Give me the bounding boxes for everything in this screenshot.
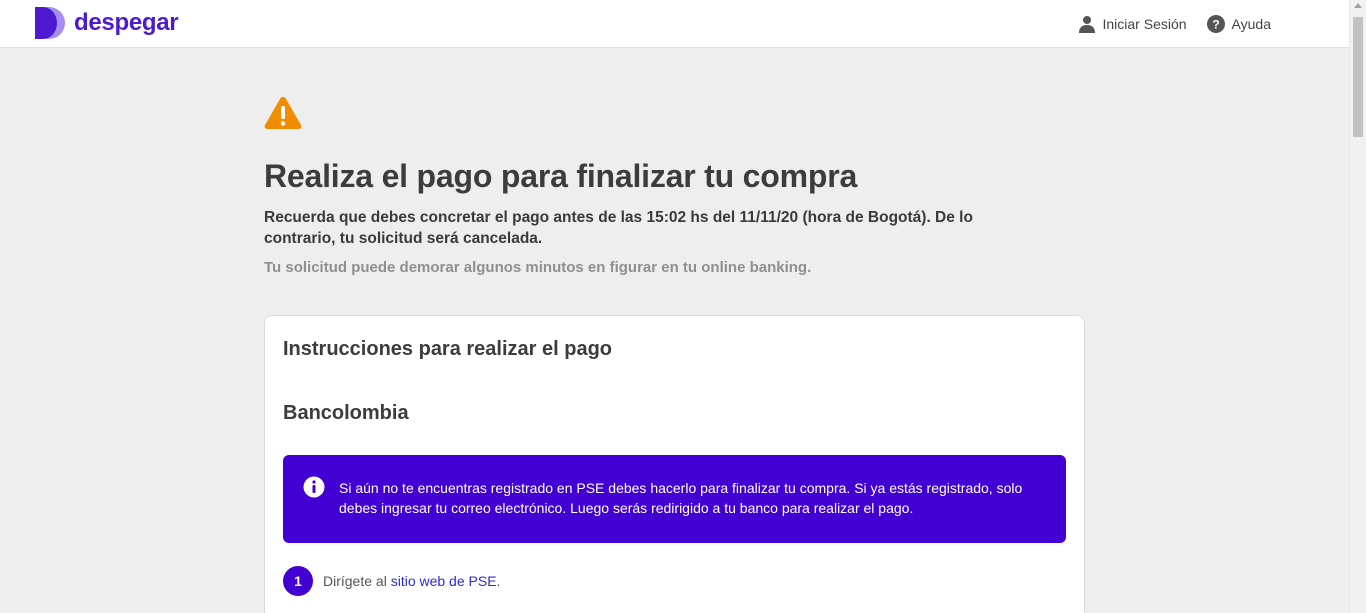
header-nav: Iniciar Sesión ? Ayuda: [1078, 12, 1271, 36]
step-text-suffix: .: [496, 573, 501, 589]
page-title: Realiza el pago para finalizar tu compra: [264, 158, 858, 194]
help-circle-icon: ?: [1206, 15, 1225, 33]
despegar-logo-icon: [35, 7, 65, 39]
info-icon: [303, 476, 325, 498]
payment-instructions-card: Instrucciones para realizar el pago Banc…: [264, 315, 1085, 613]
payment-deadline-text: Recuerda que debes concretar el pago ant…: [264, 209, 973, 247]
step-item: 1 Dirígete al sitio web de PSE.: [283, 566, 500, 596]
step-text-prefix: Dirígete al: [323, 573, 391, 589]
user-icon: [1078, 16, 1095, 33]
help-link[interactable]: ? Ayuda: [1206, 15, 1271, 33]
step-number-badge: 1: [283, 566, 313, 596]
pse-website-link[interactable]: sitio web de PSE: [391, 573, 497, 589]
warning-triangle-icon: [264, 97, 302, 129]
login-label: Iniciar Sesión: [1102, 16, 1187, 32]
brand-logo[interactable]: despegar: [35, 7, 179, 39]
page-scrollbar[interactable]: [1349, 0, 1366, 613]
pse-info-text: Si aún no te encuentras registrado en PS…: [339, 480, 1023, 516]
step-text: Dirígete al sitio web de PSE.: [323, 573, 500, 589]
payment-alert: Realiza el pago para finalizar tu compra…: [264, 96, 1086, 278]
bank-name: Bancolombia: [283, 402, 409, 424]
brand-name: despegar: [74, 9, 179, 36]
help-label: Ayuda: [1231, 16, 1271, 32]
svg-text:?: ?: [1212, 18, 1219, 32]
scroll-up-arrow-icon[interactable]: [1354, 3, 1362, 8]
login-link[interactable]: Iniciar Sesión: [1078, 15, 1187, 33]
scrollbar-thumb[interactable]: [1353, 17, 1363, 137]
top-navigation-bar: despegar Iniciar Sesión ? Ayuda: [0, 0, 1349, 48]
instructions-title: Instrucciones para realizar el pago: [283, 338, 613, 360]
processing-note: Tu solicitud puede demorar algunos minut…: [264, 259, 812, 276]
pse-info-banner: Si aún no te encuentras registrado en PS…: [283, 455, 1066, 543]
